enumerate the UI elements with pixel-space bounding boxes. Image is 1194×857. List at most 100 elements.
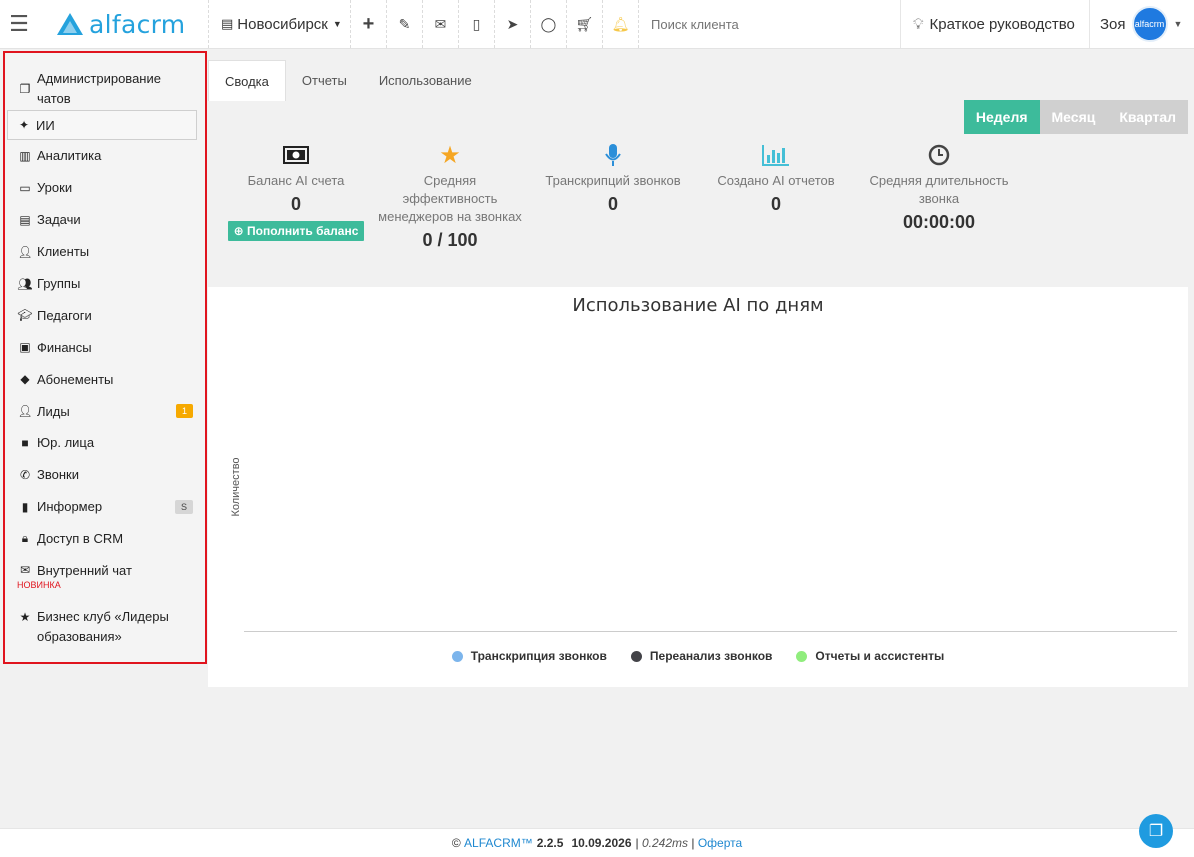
stat-value: 0 / 100 [422, 230, 478, 250]
tab-usage[interactable]: Использование [363, 60, 488, 101]
sidebar-item-label: Доступ в CRM [37, 531, 124, 547]
search-input[interactable] [651, 16, 881, 32]
stat-ai-reports: Создано AI отчетов 0 [702, 142, 850, 251]
sidebar-item-calls[interactable]: ✆ Звонки [5, 459, 205, 491]
sidebar-item-label: Задачи [37, 212, 81, 228]
sidebar-item-label: Внутренний чат [37, 562, 132, 578]
period-month-button[interactable]: Месяц [1039, 100, 1108, 134]
mobile-icon[interactable]: ▯ [458, 0, 494, 48]
cart-icon[interactable]: 🛒︎ [566, 0, 602, 48]
chats-icon: ❐ [19, 82, 31, 96]
sidebar-item-clients[interactable]: 👤︎ Клиенты [5, 236, 205, 268]
telegram-icon[interactable]: ➤ [494, 0, 530, 48]
branch-label: Новосибирск [237, 15, 328, 33]
stat-avg-call-duration: Средняя длительность звонка 00:00:00 [850, 142, 1028, 251]
x-axis-line [244, 631, 1177, 632]
sidebar-item-label: Группы [37, 276, 81, 291]
plus-icon[interactable]: + [350, 0, 386, 48]
calendar-icon: ▭ [19, 180, 31, 195]
stats-row: Баланс AI счета 0 ⊕ Пополнить баланс ★ С… [216, 142, 1028, 251]
sidebar-item-teachers[interactable]: 🎓︎ Педагоги [5, 299, 205, 331]
briefcase-icon: ■ [21, 435, 29, 450]
legend-item[interactable]: Отчеты и ассистенты [796, 649, 944, 663]
sidebar-item-lessons[interactable]: ▭ Уроки [5, 172, 205, 204]
informer-badge: S [174, 499, 193, 514]
stat-label: Транскрипций звонков [545, 173, 681, 188]
user-plus-icon: 👤︎ [17, 404, 33, 419]
quick-guide-label: Краткое руководство [929, 15, 1075, 33]
version: 2.2.5 [536, 836, 564, 850]
legend-item[interactable]: Переанализ звонков [630, 649, 772, 663]
sidebar-item-analytics[interactable]: ▥ Аналитика [5, 140, 205, 172]
footer-separator: | [691, 836, 695, 850]
support-chat-button[interactable]: ❐ [1139, 814, 1173, 848]
user-name: Зоя [1100, 15, 1126, 33]
stat-value: 00:00:00 [902, 212, 976, 232]
sidebar-item-finance[interactable]: ▣ Финансы [5, 331, 205, 363]
sidebar-item-label: Юр. лица [37, 435, 95, 451]
sidebar-item-tasks[interactable]: ▤ Задачи [5, 204, 205, 236]
main-content: Сводка Отчеты Использование Неделя Месяц… [208, 50, 1194, 828]
clock-icon [850, 142, 1028, 168]
sidebar-item-label: Уроки [37, 180, 73, 196]
top-up-balance-button[interactable]: ⊕ Пополнить баланс [227, 221, 365, 241]
chevron-down-icon: ▼ [332, 19, 342, 29]
stat-value: 0 [770, 194, 781, 214]
render-timing: 0.242ms [641, 836, 688, 850]
user-menu[interactable]: Зоя alfacrm ▼ [1090, 0, 1194, 48]
envelope-icon: ✉ [19, 563, 31, 578]
branch-selector[interactable]: ▤ Новосибирск ▼ [208, 0, 350, 48]
tab-summary[interactable]: Сводка [208, 60, 286, 101]
sidebar-item-chat-admin[interactable]: ❐ Администрирование чатов [5, 69, 205, 107]
period-toggle: Неделя Месяц Квартал [963, 100, 1188, 134]
building-icon: ▤ [221, 16, 234, 31]
period-quarter-button[interactable]: Квартал [1107, 100, 1188, 134]
ai-usage-chart: Использование AI по дням Количество Тран… [208, 287, 1188, 687]
envelope-icon[interactable]: ✉ [422, 0, 458, 48]
chevron-down-icon: ▼ [1173, 19, 1183, 29]
chat-icon: ❐ [1148, 823, 1164, 840]
sidebar: ❐ Администрирование чатов ✦ ИИ ▥ Аналити… [3, 51, 207, 664]
sidebar-item-label: Абонементы [37, 371, 114, 387]
map-icon: ▥ [19, 148, 31, 163]
microphone-icon [524, 142, 702, 168]
sidebar-item-label: Клиенты [37, 244, 90, 260]
offer-link[interactable]: Оферта [698, 836, 742, 850]
legend-item[interactable]: Транскрипция звонков [451, 649, 607, 663]
legend-swatch [451, 650, 463, 662]
stat-label: Создано AI отчетов [717, 173, 835, 188]
menu-icon[interactable]: ☰ [0, 0, 38, 48]
sidebar-item-internal-chat[interactable]: ✉ Внутренний чат НОВИНКА [5, 555, 205, 603]
y-axis-label: Количество [230, 457, 242, 517]
stat-label: Средняя эффективность менеджеров на звон… [378, 173, 522, 224]
chat-bubble-icon[interactable]: ◯ [530, 0, 566, 48]
period-week-button[interactable]: Неделя [963, 100, 1040, 134]
sidebar-item-informer[interactable]: ▮ Информер S [5, 491, 205, 523]
money-icon [216, 142, 376, 168]
bell-icon[interactable]: 🔔︎ [602, 0, 638, 48]
chart-legend: Транскрипция звонков Переанализ звонков … [208, 649, 1188, 663]
sidebar-item-legal-entities[interactable]: ■ Юр. лица [5, 427, 205, 459]
brand-link[interactable]: ALFACRM™ [464, 836, 533, 850]
sparkles-icon: ✦ [18, 118, 30, 132]
sidebar-item-leads[interactable]: 👤︎ Лиды 1 [5, 395, 205, 427]
sidebar-item-subscriptions[interactable]: ◆ Абонементы [5, 363, 205, 395]
sidebar-item-label: Педагоги [37, 307, 92, 323]
tab-reports[interactable]: Отчеты [286, 60, 363, 101]
phone-icon: ✆ [19, 467, 31, 482]
tabs: Сводка Отчеты Использование [208, 60, 488, 101]
sidebar-item-ai[interactable]: ✦ ИИ [7, 110, 197, 140]
logo-text: alfacrm [89, 9, 186, 39]
quick-guide-button[interactable]: 💡︎ Краткое руководство [900, 0, 1090, 48]
wrench-icon[interactable]: ✎ [386, 0, 422, 48]
sidebar-item-groups[interactable]: 👥︎ Группы [5, 268, 205, 300]
sidebar-item-label: Звонки [37, 467, 79, 483]
graduation-cap-icon: 🎓︎ [17, 308, 33, 323]
clipboard-icon: ▤ [19, 212, 31, 227]
stat-label: Средняя длительность звонка [869, 173, 1009, 206]
top-bar: ☰ alfacrm ▤ Новосибирск ▼ + ✎ ✉ ▯ ➤ ◯ 🛒︎… [0, 0, 1194, 49]
logo[interactable]: alfacrm [38, 0, 208, 48]
sidebar-item-business-club[interactable]: ★ Бизнес клуб «Лидеры образования» [5, 603, 205, 649]
avatar: alfacrm [1131, 6, 1168, 42]
sidebar-item-crm-access[interactable]: 🔒︎ Доступ в CRM [5, 523, 205, 555]
